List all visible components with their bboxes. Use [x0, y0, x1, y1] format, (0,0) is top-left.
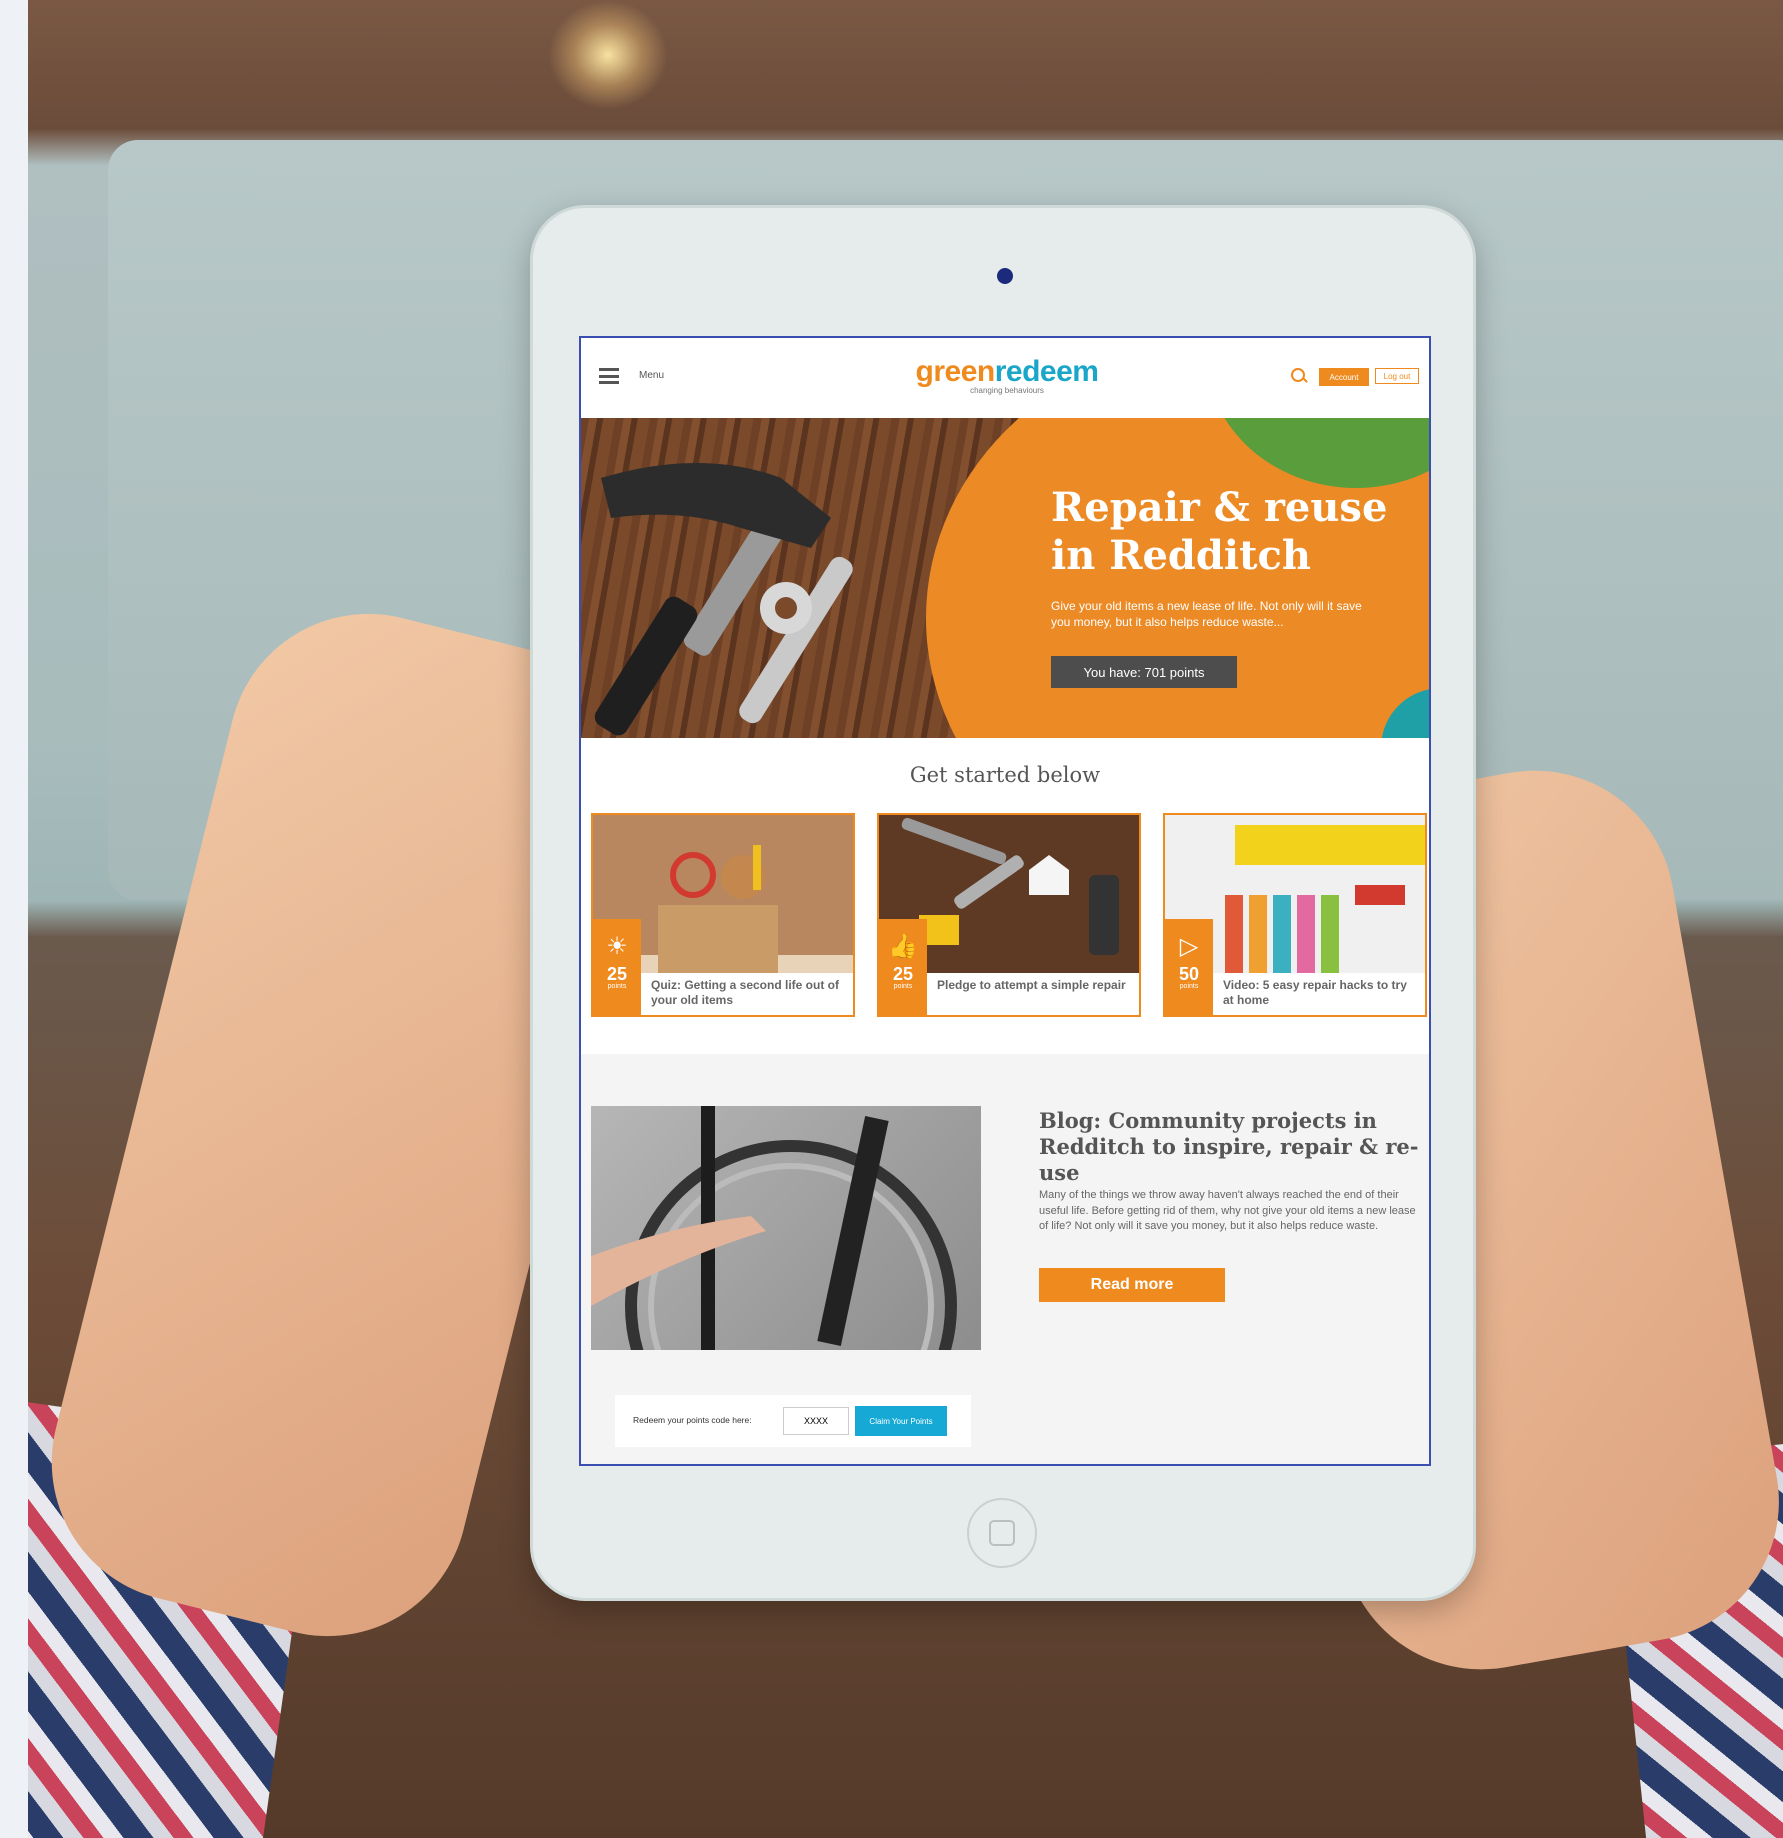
bicycle-repair-image	[591, 1106, 981, 1350]
points-badge: 👍 25 points	[879, 919, 927, 1015]
redeem-code-input[interactable]	[783, 1407, 849, 1435]
top-bar: Menu greenredeem changing behaviours Acc…	[581, 338, 1429, 418]
tablet-screen: Menu greenredeem changing behaviours Acc…	[579, 336, 1431, 1466]
activity-card-pledge[interactable]: 👍 25 points Pledge to attempt a simple r…	[877, 813, 1141, 1017]
logo-green: green	[915, 355, 996, 388]
tablet-device: Menu greenredeem changing behaviours Acc…	[530, 205, 1476, 1601]
section-title: Get started below	[909, 763, 1101, 787]
activity-card-quiz[interactable]: ☀ 25 points Quiz: Getting a second life …	[591, 813, 855, 1017]
card-label: Video: 5 easy repair hacks to try at hom…	[1213, 973, 1425, 1015]
points-unit: points	[893, 983, 913, 990]
points-badge: ▷ 50 points	[1165, 919, 1213, 1015]
card-label: Pledge to attempt a simple repair	[927, 973, 1139, 1015]
activity-card-video[interactable]: ▷ 50 points Video: 5 easy repair hacks t…	[1163, 813, 1427, 1017]
logo[interactable]: greenredeem changing behaviours	[907, 355, 1107, 396]
hamburger-menu-icon[interactable]	[599, 368, 619, 384]
account-button[interactable]: Account	[1319, 368, 1369, 386]
points-value: 25	[892, 964, 914, 984]
hero-banner: Repair & reuse in Redditch Give your old…	[581, 418, 1429, 738]
card-label: Quiz: Getting a second life out of your …	[641, 973, 853, 1015]
redeem-bar: Redeem your points code here: Claim Your…	[615, 1395, 971, 1447]
blog-body: Many of the things we throw away haven't…	[1039, 1189, 1416, 1232]
hero-title: Repair & reuse in Redditch	[1051, 484, 1388, 579]
lightbulb-icon: ☀	[606, 932, 628, 960]
logo-redeem: redeem	[994, 355, 1099, 388]
redeem-label: Redeem your points code here:	[633, 1415, 752, 1425]
read-more-button[interactable]: Read more	[1039, 1268, 1225, 1302]
thumbs-up-icon: 👍	[888, 932, 918, 960]
points-value: 25	[606, 964, 628, 984]
points-unit: points	[1179, 983, 1199, 990]
home-button[interactable]	[967, 1498, 1037, 1568]
points-badge: ☀ 25 points	[593, 919, 641, 1015]
claim-points-button[interactable]: Claim Your Points	[855, 1406, 947, 1436]
play-icon: ▷	[1179, 932, 1199, 960]
lamp-glow	[548, 0, 668, 110]
hero-subtitle: Give your old items a new lease of life.…	[1051, 599, 1362, 629]
logout-button[interactable]: Log out	[1375, 368, 1419, 384]
home-square-icon	[989, 1520, 1015, 1546]
points-unit: points	[607, 983, 627, 990]
search-icon[interactable]	[1291, 368, 1305, 382]
photo-background: Menu greenredeem changing behaviours Acc…	[28, 0, 1783, 1838]
points-button[interactable]: You have: 701 points	[1051, 656, 1237, 688]
points-value: 50	[1178, 964, 1200, 984]
blog-title: Blog: Community projects in Redditch to …	[1039, 1108, 1419, 1185]
menu-label[interactable]: Menu	[639, 370, 664, 381]
camera-icon	[997, 268, 1013, 284]
